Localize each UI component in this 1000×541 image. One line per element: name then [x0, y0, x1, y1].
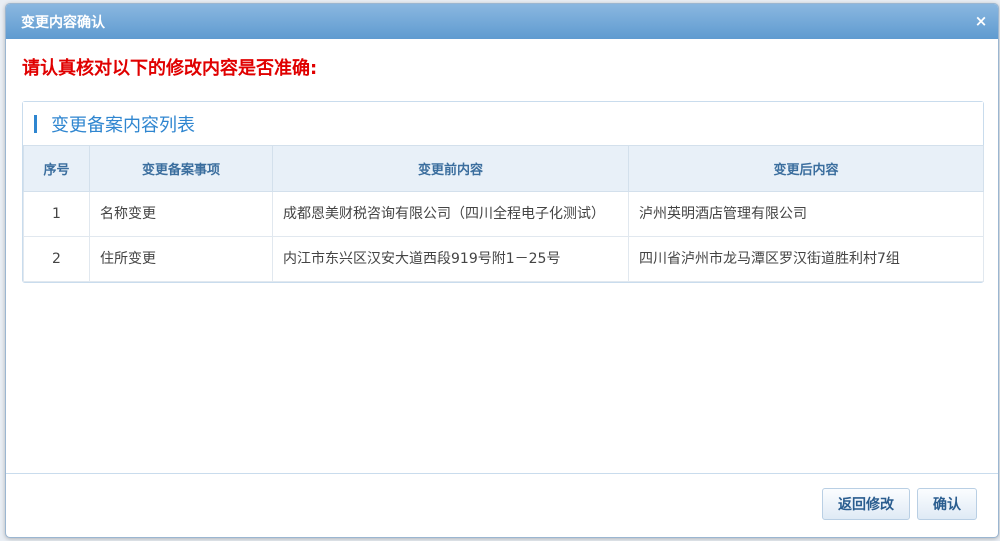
table-header-row: 序号 变更备案事项 变更前内容 变更后内容: [23, 145, 984, 192]
dialog-title: 变更内容确认: [21, 14, 105, 31]
table-row: 2 住所变更 内江市东兴区汉安大道西段919号附1－25号 四川省泸州市龙马潭区…: [23, 236, 984, 282]
panel-accent-bar: [34, 114, 37, 133]
cell-seq: 2: [23, 236, 90, 282]
header-item: 变更备案事项: [89, 145, 273, 192]
panel-header: 变更备案内容列表: [23, 102, 983, 145]
warning-text: 请认真核对以下的修改内容是否准确:: [22, 58, 318, 79]
footer-divider: [6, 473, 998, 474]
change-table: 序号 变更备案事项 变更前内容 变更后内容 1 名称变更 成都恩美财税咨询有限公…: [23, 145, 984, 282]
confirm-button[interactable]: 确认: [917, 488, 977, 520]
cell-after: 泸州英明酒店管理有限公司: [628, 191, 984, 237]
cell-item: 住所变更: [89, 236, 273, 282]
dialog-titlebar: 变更内容确认 ×: [6, 4, 998, 39]
back-to-edit-button[interactable]: 返回修改: [822, 488, 910, 520]
change-list-panel: 变更备案内容列表 序号 变更备案事项 变更前内容 变更后内容 1 名称变更 成都…: [22, 101, 984, 283]
cell-seq: 1: [23, 191, 90, 237]
header-seq: 序号: [23, 145, 90, 192]
close-icon[interactable]: ×: [972, 12, 990, 30]
cell-before: 成都恩美财税咨询有限公司（四川全程电子化测试）: [272, 191, 629, 237]
header-before: 变更前内容: [272, 145, 629, 192]
cell-before: 内江市东兴区汉安大道西段919号附1－25号: [272, 236, 629, 282]
confirm-dialog: 变更内容确认 × 请认真核对以下的修改内容是否准确: 变更备案内容列表 序号 变…: [5, 3, 999, 538]
header-after: 变更后内容: [628, 145, 984, 192]
cell-item: 名称变更: [89, 191, 273, 237]
cell-after: 四川省泸州市龙马潭区罗汉街道胜利村7组: [628, 236, 984, 282]
panel-title: 变更备案内容列表: [51, 114, 195, 136]
table-row: 1 名称变更 成都恩美财税咨询有限公司（四川全程电子化测试） 泸州英明酒店管理有…: [23, 191, 984, 237]
